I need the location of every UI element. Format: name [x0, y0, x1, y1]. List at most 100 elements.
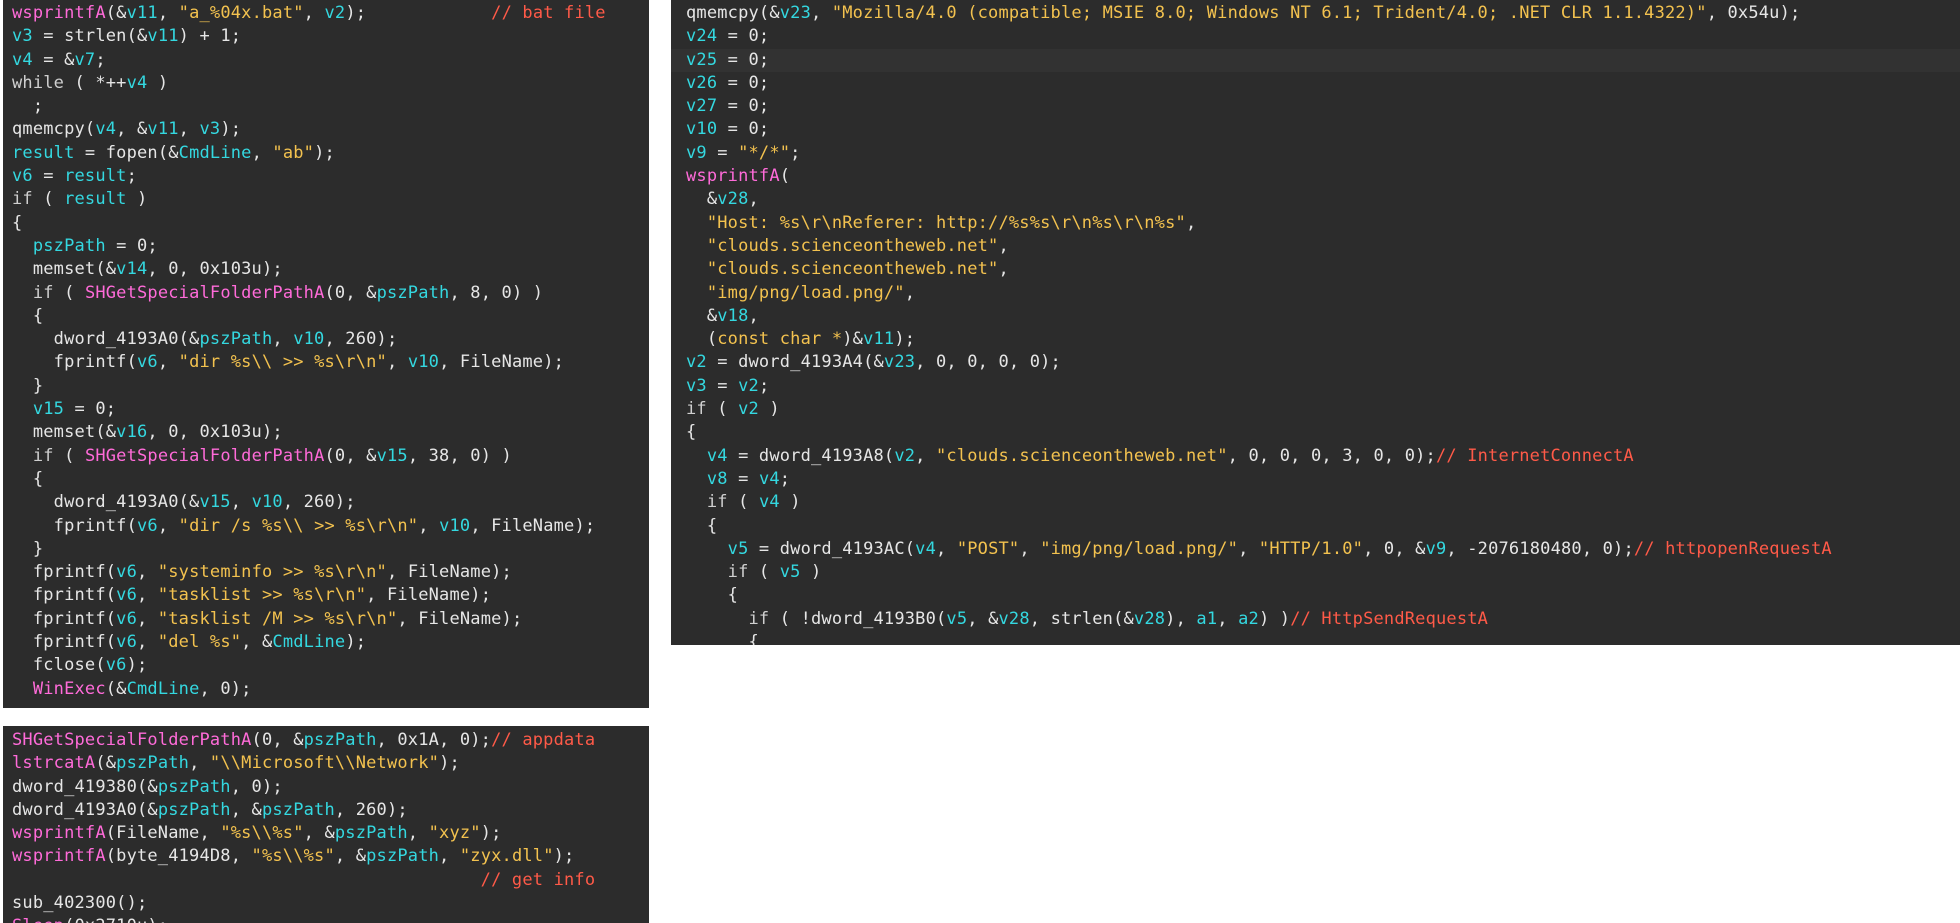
code-token: ,	[303, 3, 325, 23]
code-token: );	[439, 753, 460, 774]
code-token: {	[12, 212, 23, 233]
code-token: )	[758, 399, 780, 420]
code-token: dword_419380(&	[12, 776, 158, 797]
variable-token: v10	[251, 492, 283, 513]
keyword-token: if	[32, 282, 54, 303]
code-token: ,	[137, 562, 158, 583]
code-token: , FileName);	[366, 585, 492, 606]
comment-token: // HttpSendRequestA	[1290, 608, 1489, 629]
string-token: "zyx.dll"	[459, 846, 554, 867]
code-line: v6 = result;	[12, 165, 606, 188]
function-token: wsprintfA	[12, 846, 106, 867]
code-line: v9 = "*/*";	[686, 142, 1960, 165]
variable-token: pszPath	[334, 823, 408, 844]
code-token: ) )	[1258, 608, 1291, 629]
code-token: (0, &	[324, 282, 377, 303]
code-token: , &	[334, 846, 367, 867]
code-line: "Host: %s\r\nReferer: http://%s%s\r\n%s\…	[686, 212, 1960, 235]
code-token: memset(&	[12, 259, 117, 280]
variable-token: v11	[147, 26, 179, 47]
code-line: qmemcpy(&v23, "Mozilla/4.0 (compatible; …	[686, 2, 1960, 25]
code-line: v26 = 0;	[686, 72, 1960, 95]
code-token: , 260);	[334, 799, 408, 820]
code-line: {	[686, 515, 1960, 538]
code-token: , 0x1A, 0);	[376, 730, 492, 750]
code-token: ;	[758, 375, 770, 396]
code-token: , 0, &	[1363, 538, 1426, 559]
variable-token: v2	[894, 445, 916, 466]
variable-token: v6	[116, 632, 137, 653]
keyword-token: while	[12, 72, 65, 93]
code-token: )	[800, 562, 822, 583]
variable-token: v4	[915, 538, 936, 559]
variable-token: v8	[706, 468, 728, 489]
code-token: ) + 1;	[178, 26, 242, 47]
code-line: fprintf(v6, "dir /s %s\\ >> %s\r\n", v10…	[12, 515, 606, 538]
function-token: SHGetSpecialFolderPathA	[84, 282, 325, 303]
code-token: , 260);	[282, 492, 356, 513]
code-token: (	[53, 445, 85, 466]
variable-token: CmdLine	[126, 678, 200, 699]
variable-token: v6	[116, 585, 137, 606]
variable-token: pszPath	[116, 753, 190, 774]
code-token: fprintf(	[12, 562, 117, 583]
variable-token: pszPath	[32, 235, 106, 256]
code-line: v8 = v4;	[686, 468, 1960, 491]
code-token: fprintf(	[12, 632, 117, 653]
code-line: Sleep(0x2710u);	[12, 915, 595, 923]
code-token: , strlen(&	[1029, 608, 1134, 629]
code-line: SHGetSpecialFolderPathA(0, &pszPath, 0x1…	[12, 729, 595, 752]
code-token: fprintf(	[12, 585, 117, 606]
variable-token: a1	[1196, 608, 1218, 629]
code-token: dword_4193A0(&	[12, 329, 200, 350]
code-line: {	[686, 584, 1960, 607]
code-line: pszPath = 0;	[12, 235, 606, 258]
code-line: {	[12, 212, 606, 235]
code-token: &	[686, 189, 718, 210]
variable-token: v24	[686, 26, 718, 47]
code-token: ,	[230, 492, 252, 513]
variable-token: pszPath	[157, 799, 231, 820]
string-token: "img/png/load.png/"	[706, 282, 905, 303]
code-token: )	[126, 189, 148, 210]
code-token: {	[686, 585, 739, 606]
code-line: v4 = &v7;	[12, 49, 606, 72]
variable-token: v6	[136, 352, 158, 373]
string-token: "\\Microsoft\\Network"	[209, 753, 440, 774]
variable-token: v10	[293, 329, 325, 350]
code-line: v27 = 0;	[686, 95, 1960, 118]
code-token: );	[345, 632, 367, 653]
code-token: , &	[241, 632, 273, 653]
string-token: "xyz"	[428, 823, 481, 844]
code-token: = dword_4193AC(	[748, 538, 916, 559]
code-token: );	[480, 823, 502, 844]
code-line: {	[12, 305, 606, 328]
function-token: SHGetSpecialFolderPathA	[84, 445, 325, 466]
code-line: dword_4193A0(&pszPath, v10, 260);	[12, 328, 606, 351]
code-token: =	[727, 468, 759, 489]
code-token: qmemcpy(	[12, 119, 96, 140]
code-line: wsprintfA(	[686, 165, 1960, 188]
code-token: {	[12, 468, 44, 489]
code-line: lstrcatA(&pszPath, "\\Microsoft\\Network…	[12, 752, 595, 775]
variable-token: v15	[376, 445, 408, 466]
code-token: , 0x54u);	[1706, 3, 1801, 23]
code-line: fclose(v6);	[12, 654, 606, 677]
variable-token: pszPath	[261, 799, 335, 820]
code-line: fprintf(v6, "dir %s\\ >> %s\r\n", v10, F…	[12, 351, 606, 374]
code-line: qmemcpy(v4, &v11, v3);	[12, 118, 606, 141]
code-token: ;	[95, 49, 106, 70]
code-token: dword_4193A0(&	[12, 492, 200, 513]
code-token: (&	[105, 3, 127, 23]
variable-token: v11	[147, 119, 179, 140]
variable-token: v5	[779, 562, 801, 583]
code-line: v25 = 0;	[671, 48, 1960, 72]
variable-token: v23	[779, 3, 811, 23]
keyword-token: if	[12, 189, 33, 210]
string-token: "ab"	[272, 142, 315, 163]
code-token: );	[894, 329, 916, 350]
